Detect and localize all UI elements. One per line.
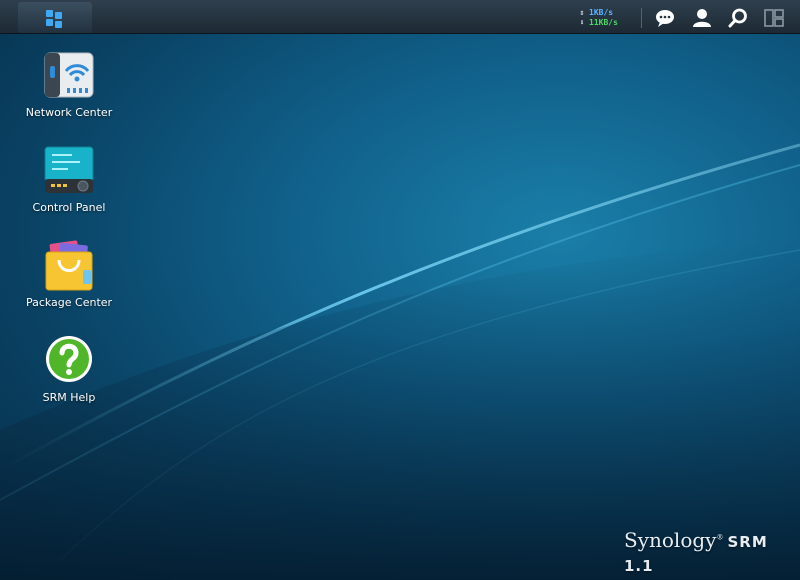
main-menu-button[interactable] [18,2,92,33]
taskbar-divider [641,8,642,28]
control-panel-icon [44,146,94,193]
desktop-shortcut-label: Control Panel [32,201,106,214]
user-icon[interactable] [692,8,712,28]
download-speed: 11KB/s [589,18,618,27]
network-speed-monitor[interactable]: ⇕ 1KB/s ⬇ 11KB/s [578,8,618,28]
search-icon[interactable] [728,8,748,28]
download-arrow-icon: ⬇ [579,18,585,27]
desktop-shortcut-label: SRM Help [42,391,96,404]
desktop-shortcut-label: Package Center [25,296,113,309]
notifications-chat-icon[interactable] [655,8,675,28]
desktop-shortcut-srm-help[interactable]: SRM Help [14,335,124,404]
desktop-shortcut-control-panel[interactable]: Control Panel [14,145,124,214]
desktop-shortcut-package-center[interactable]: Package Center [14,240,124,309]
upload-arrow-icon: ⇕ [579,8,585,17]
desktop-shortcut-network-center[interactable]: Network Center [14,50,124,119]
package-center-icon [45,240,93,291]
brand-name: Synology [624,528,717,552]
help-icon [46,336,92,382]
desktop-shortcut-label: Network Center [25,106,113,119]
taskbar: ⇕ 1KB/s ⬇ 11KB/s [0,0,800,34]
main-menu-grid-icon [46,10,62,28]
upload-speed: 1KB/s [589,8,614,17]
widgets-icon[interactable] [764,8,784,28]
synology-srm-logo: Synology® SRM 1.1 [624,528,768,575]
network-center-icon [44,52,94,98]
